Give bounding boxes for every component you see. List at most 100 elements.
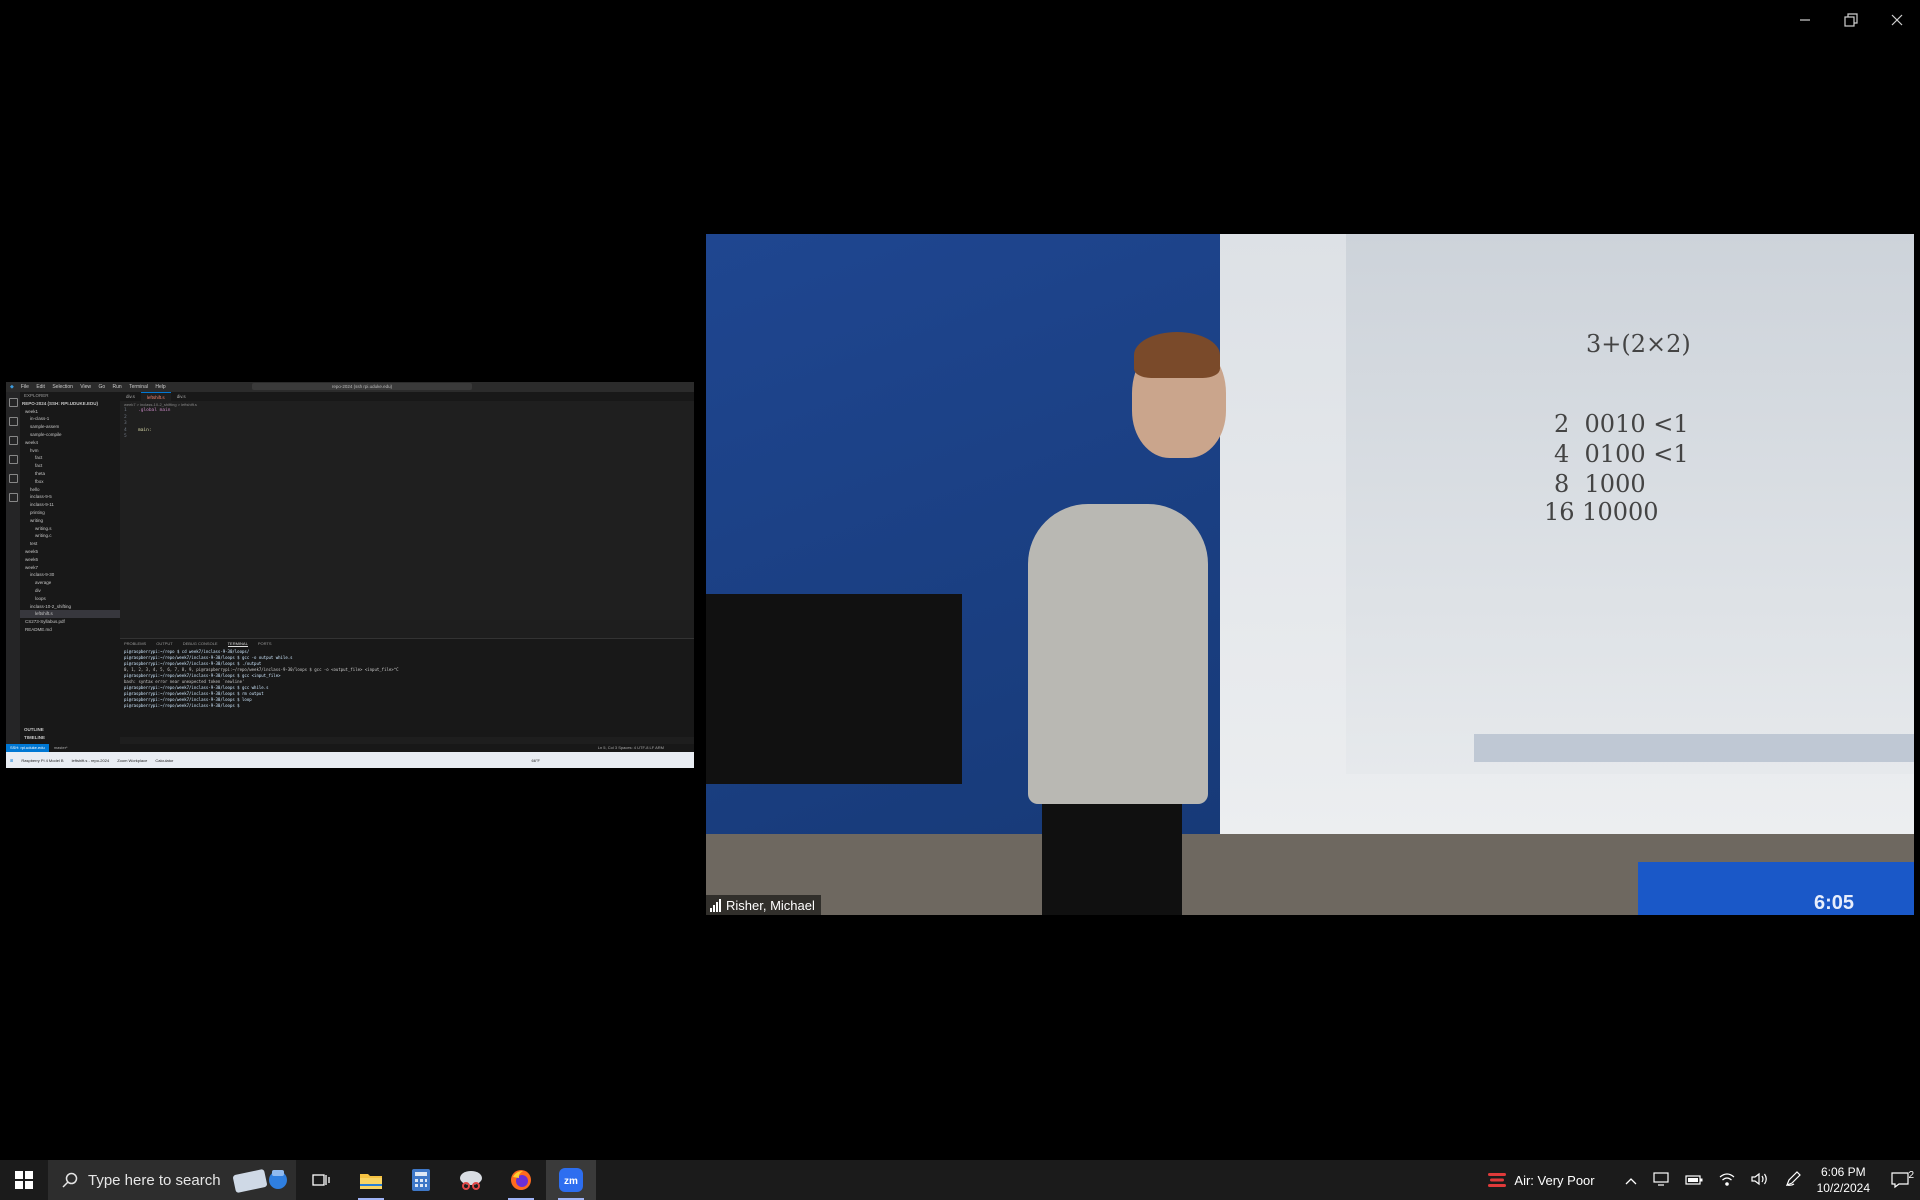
file-tree-item[interactable]: sample-assem: [20, 423, 120, 431]
file-tree-item[interactable]: week4: [20, 439, 120, 447]
explorer-panel: EXPLORER REPO-2024 (SSH: RPI.UDUKE.EDU) …: [20, 392, 120, 744]
file-tree-item[interactable]: writing: [20, 517, 120, 525]
shared-screen[interactable]: ◆ File Edit Selection View Go Run Termin…: [6, 382, 694, 768]
file-tree-item[interactable]: writing.s: [20, 525, 120, 533]
file-tree-item[interactable]: in-class-1: [20, 415, 120, 423]
close-button[interactable]: [1874, 0, 1920, 40]
extensions-icon[interactable]: [8, 474, 18, 483]
calculator-button[interactable]: [396, 1160, 446, 1200]
start-button[interactable]: [0, 1160, 48, 1200]
remote-explorer-icon[interactable]: [8, 493, 18, 502]
volume-icon[interactable]: [1751, 1172, 1769, 1189]
outline-section[interactable]: OUTLINE: [20, 726, 44, 734]
tab-problems[interactable]: PROBLEMS: [124, 641, 146, 647]
breadcrumb[interactable]: week7 > inclass-10-2_shifting > leftshif…: [120, 401, 694, 408]
inner-app-zoom[interactable]: Zoom Workplace: [117, 758, 147, 763]
zoom-button[interactable]: zm: [546, 1160, 596, 1200]
tab-div[interactable]: div.s: [120, 392, 141, 401]
battery-icon[interactable]: [1685, 1173, 1703, 1188]
task-view-button[interactable]: [296, 1160, 346, 1200]
source-control-icon[interactable]: [8, 436, 18, 445]
file-tree-item[interactable]: week6: [20, 556, 120, 564]
file-tree-item[interactable]: writing.c: [20, 532, 120, 540]
tab-output[interactable]: OUTPUT: [156, 641, 172, 647]
file-tree-item[interactable]: inclass-9-30: [20, 571, 120, 579]
file-tree-item[interactable]: leftshift.s: [20, 610, 120, 619]
pen-icon[interactable]: [1785, 1170, 1801, 1190]
tab-debug-console[interactable]: DEBUG CONSOLE: [183, 641, 218, 647]
inner-weather[interactable]: 66°F: [532, 758, 541, 763]
terminal-output[interactable]: pi@raspberrypi:~/repo $ cd week7/inclass…: [120, 649, 694, 709]
file-tree-item[interactable]: inclass-9-5: [20, 493, 120, 501]
taskbar-search[interactable]: Type here to search: [48, 1160, 296, 1200]
tab-terminal[interactable]: TERMINAL: [227, 641, 248, 647]
taskbar-clock[interactable]: 6:06 PM 10/2/2024: [1817, 1164, 1870, 1196]
chevron-up-icon[interactable]: [1625, 1173, 1637, 1188]
participant-video[interactable]: 3+(2×2) 2 0010 <1 4 0100 <1 8 1000 16 10…: [706, 234, 1914, 915]
file-tree-item[interactable]: inclass-9-11: [20, 501, 120, 509]
minimize-icon: [1800, 19, 1810, 21]
run-debug-icon[interactable]: [8, 455, 18, 464]
file-tree-item[interactable]: sample-compile: [20, 431, 120, 439]
inner-start-icon[interactable]: ⊞: [10, 758, 13, 763]
status-bar: SSH: rpi.uduke.edu master* Ln 5, Col 3 S…: [6, 744, 694, 752]
remote-indicator[interactable]: SSH: rpi.uduke.edu: [6, 744, 49, 752]
menu-run[interactable]: Run: [113, 384, 122, 390]
file-tree-item[interactable]: fact: [20, 454, 120, 462]
whiteboard-row: 2 0010 <1: [1554, 410, 1689, 438]
menu-view[interactable]: View: [80, 384, 91, 390]
menu-edit[interactable]: Edit: [36, 384, 45, 390]
file-tree-item[interactable]: hello: [20, 486, 120, 494]
tab-leftshift[interactable]: leftshift.s: [140, 392, 171, 401]
terminal-panel[interactable]: PROBLEMS OUTPUT DEBUG CONSOLE TERMINAL P…: [120, 638, 694, 737]
timeline-section[interactable]: TIMELINE: [20, 734, 45, 742]
wifi-icon[interactable]: [1719, 1172, 1735, 1189]
file-tree-item[interactable]: div: [20, 587, 120, 595]
menu-terminal[interactable]: Terminal: [129, 384, 148, 390]
explorer-icon[interactable]: [8, 398, 18, 407]
snipping-tool-button[interactable]: [446, 1160, 496, 1200]
status-right[interactable]: Ln 5, Col 3 Spaces: 4 UTF-8 LF ARM: [598, 744, 664, 752]
search-icon[interactable]: [8, 417, 18, 426]
file-explorer-button[interactable]: [346, 1160, 396, 1200]
menu-selection[interactable]: Selection: [52, 384, 73, 390]
branch-indicator[interactable]: master*: [54, 745, 68, 750]
file-tree-item[interactable]: week7: [20, 564, 120, 572]
file-tree-item[interactable]: theta: [20, 470, 120, 478]
connection-signal-icon: [710, 898, 721, 912]
file-tree-item[interactable]: loops: [20, 595, 120, 603]
file-tree-item[interactable]: inclass-10-2_shifting: [20, 603, 120, 611]
whiteboard-expression: 3+(2×2): [1586, 330, 1691, 358]
inner-app-calculator[interactable]: Calculator: [155, 758, 173, 763]
workspace-root[interactable]: REPO-2024 (SSH: RPI.UDUKE.EDU): [20, 400, 120, 408]
file-tree-item[interactable]: fbox: [20, 478, 120, 486]
file-tree-item[interactable]: fact: [20, 462, 120, 470]
menu-go[interactable]: Go: [98, 384, 105, 390]
minimize-button[interactable]: [1782, 0, 1828, 40]
code-editor[interactable]: 1 .global main 2 3 4 main: 5: [120, 408, 694, 441]
editor-area[interactable]: div.s leftshift.s div.s week7 > inclass-…: [120, 392, 694, 620]
inner-app-raspberry[interactable]: Raspberry Pi 4 Model B: [21, 758, 63, 763]
tab-ports[interactable]: PORTS: [258, 641, 272, 647]
file-tree-item[interactable]: README.md: [20, 626, 120, 634]
firefox-button[interactable]: [496, 1160, 546, 1200]
tab-div-2[interactable]: div.s: [171, 392, 192, 401]
restore-button[interactable]: [1828, 0, 1874, 40]
file-tree-item[interactable]: printing: [20, 509, 120, 517]
command-center[interactable]: repo-2024 (ssh rpi.uduke.edu): [252, 383, 472, 390]
file-tree-item[interactable]: average: [20, 579, 120, 587]
inner-app-vscode[interactable]: leftshift.s - repo-2024: [72, 758, 110, 763]
whiteboard-row: 8 1000: [1554, 470, 1646, 498]
file-tree-item[interactable]: week1: [20, 408, 120, 416]
file-tree-item[interactable]: test: [20, 540, 120, 548]
file-tree-item[interactable]: CS273-Syllabus.pdf: [20, 618, 120, 626]
menu-file[interactable]: File: [21, 384, 29, 390]
display-icon[interactable]: [1653, 1171, 1669, 1189]
inner-taskbar: ⊞ Raspberry Pi 4 Model B leftshift.s - r…: [6, 752, 694, 768]
notification-button[interactable]: 2: [1880, 1170, 1920, 1189]
room-clock-text: 6:05: [1813, 892, 1854, 914]
file-tree-item[interactable]: week5: [20, 548, 120, 556]
air-quality-widget[interactable]: Air: Very Poor: [1488, 1171, 1595, 1189]
menu-help[interactable]: Help: [155, 384, 165, 390]
file-tree-item[interactable]: hvm: [20, 447, 120, 455]
